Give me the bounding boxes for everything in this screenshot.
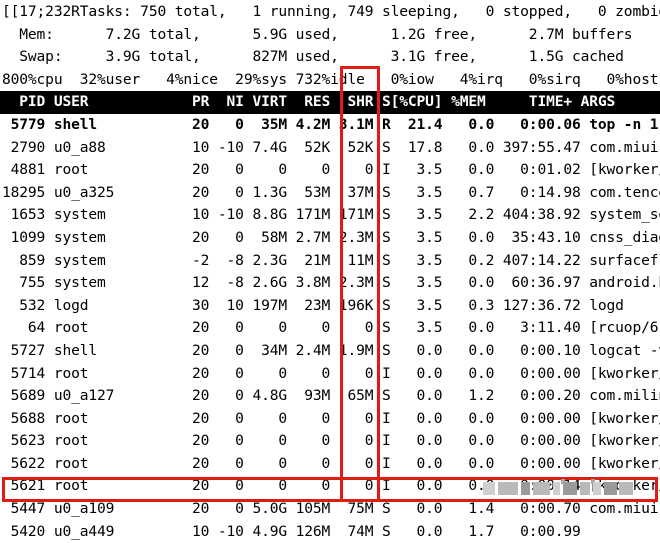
- process-row: 4881 root 20 0 0 0 0 I 3.5 0.0 0:01.02 […: [2, 161, 660, 179]
- process-row: 5622 root 20 0 0 0 0 I 0.0 0.0 0:00.00 […: [2, 454, 660, 472]
- process-row: 5447 u0_a109 20 0 5.0G 105M 75M S 0.0 1.…: [2, 500, 660, 518]
- swap-summary-line: Swap: 3.9G total, 827M used, 3.1G free, …: [2, 48, 624, 66]
- tasks-summary-line: [[17;232RTasks: 750 total, 1 running, 74…: [2, 3, 660, 20]
- terminal-screen: [[17;232RTasks: 750 total, 1 running, 74…: [0, 0, 660, 540]
- mem-summary-line: Mem: 7.2G total, 5.9G used, 1.2G free, 2…: [2, 25, 633, 43]
- process-table-rows: 5779 shell 20 0 35M 4.2M 3.1M R 21.4 0.0…: [0, 114, 660, 543]
- process-row: 64 root 20 0 0 0 0 S 3.5 0.0 3:11.40 [rc…: [2, 319, 660, 337]
- process-row: 755 system 12 -8 2.6G 3.8M 2.3M S 3.5 0.…: [2, 274, 660, 292]
- process-row: 5621 root 20 0 0 0 0 I 0.0 0.0 0:00.14 […: [2, 477, 660, 495]
- process-row: 1653 system 10 -10 8.8G 171M 171M S 3.5 …: [2, 206, 660, 224]
- process-row: 2790 u0_a88 10 -10 7.4G 52K 52K S 17.8 0…: [2, 138, 660, 156]
- process-row: 859 system -2 -8 2.3G 21M 11M S 3.5 0.2 …: [2, 251, 660, 269]
- process-row: 5714 root 20 0 0 0 0 I 0.0 0.0 0:00.00 […: [2, 364, 660, 382]
- cpu-summary-line: 800%cpu 32%user 4%nice 29%sys 732%idle 0…: [2, 70, 659, 88]
- process-table-column-header: PID USER PR NI VIRT RES SHR S[%CPU] %MEM…: [0, 91, 660, 114]
- process-row: 18295 u0_a325 20 0 1.3G 53M 37M S 3.5 0.…: [2, 183, 660, 201]
- process-row: 1099 system 20 0 58M 2.7M 2.3M S 3.5 0.0…: [2, 228, 660, 246]
- process-row: 5689 u0_a127 20 0 4.8G 93M 65M S 0.0 1.2…: [2, 387, 660, 405]
- process-row: 5420 u0_a449 10 -10 4.9G 126M 74M S 0.0 …: [2, 522, 590, 540]
- process-row: 5727 shell 20 0 34M 2.4M 1.9M S 0.0 0.0 …: [2, 341, 660, 359]
- process-row: 5688 root 20 0 0 0 0 I 0.0 0.0 0:00.00 […: [2, 409, 660, 427]
- process-row: 532 logd 30 10 197M 23M 196K S 3.5 0.3 1…: [2, 296, 624, 314]
- process-row: 5779 shell 20 0 35M 4.2M 3.1M R 21.4 0.0…: [2, 115, 659, 133]
- process-row: 5623 root 20 0 0 0 0 I 0.0 0.0 0:00.00 […: [2, 432, 660, 450]
- summary-section: [[17;232RTasks: 750 total, 1 running, 74…: [0, 0, 660, 91]
